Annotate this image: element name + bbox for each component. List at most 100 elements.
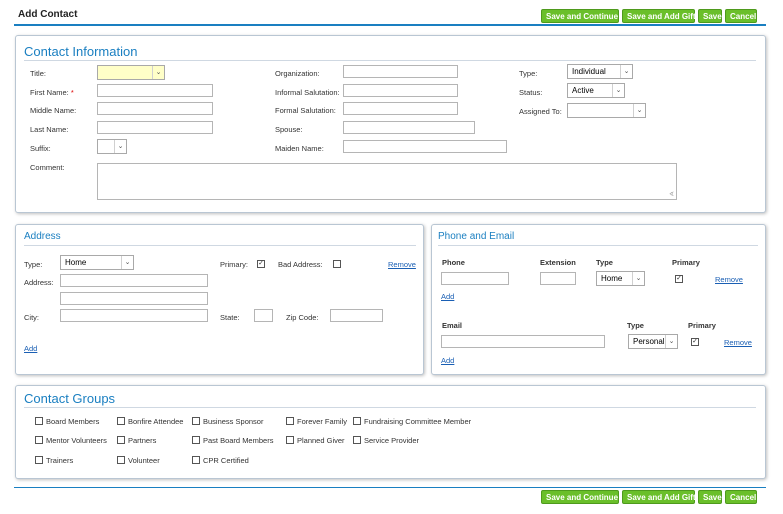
remove-phone-link[interactable]: Remove xyxy=(715,275,743,284)
phone-type-select[interactable]: Home ⌄ xyxy=(596,271,645,286)
email-field[interactable] xyxy=(441,335,605,348)
group-mentor-volunteers[interactable]: Mentor Volunteers xyxy=(35,436,107,445)
phone-field[interactable] xyxy=(441,272,509,285)
group-service-provider[interactable]: Service Provider xyxy=(353,436,419,445)
status-label: Status: xyxy=(519,88,543,97)
middle-name-field[interactable] xyxy=(97,102,213,115)
cancel-button[interactable]: Cancel xyxy=(725,490,757,504)
address-line-2-field[interactable] xyxy=(60,292,208,305)
contact-type-select[interactable]: Individual ⌄ xyxy=(567,64,633,79)
group-board-members[interactable]: Board Members xyxy=(35,417,99,426)
title-select[interactable]: ⌄ xyxy=(97,65,165,80)
email-type-select[interactable]: Personal ⌄ xyxy=(628,334,678,349)
group-fundraising-committee-member[interactable]: Fundraising Committee Member xyxy=(353,417,471,426)
group-cpr-certified[interactable]: CPR Certified xyxy=(192,456,249,465)
spouse-label: Spouse: xyxy=(275,125,303,134)
required-marker: * xyxy=(70,88,74,97)
email-header: Email xyxy=(442,321,463,330)
save-and-add-gift-button[interactable]: Save and Add Gift xyxy=(622,490,696,504)
primary-checkbox[interactable]: ✓ xyxy=(257,260,265,268)
formal-salutation-label: Formal Salutation: xyxy=(275,106,336,115)
chevron-down-icon: ⌄ xyxy=(152,66,164,79)
address-type-label: Type: xyxy=(24,260,43,269)
group-volunteer[interactable]: Volunteer xyxy=(117,456,160,465)
city-label: City: xyxy=(24,313,39,322)
panel-title: Contact Groups xyxy=(24,391,116,406)
chevron-down-icon: ⌄ xyxy=(121,256,133,269)
organization-label: Organization: xyxy=(275,69,320,78)
title-label: Title: xyxy=(30,69,46,78)
maiden-name-label: Maiden Name: xyxy=(275,144,324,153)
add-phone-link[interactable]: Add xyxy=(441,292,454,301)
checkbox-icon xyxy=(192,417,200,426)
group-partners[interactable]: Partners xyxy=(117,436,156,445)
bad-address-label: Bad Address: xyxy=(278,260,323,269)
assigned-to-select[interactable]: ⌄ xyxy=(567,103,646,118)
chevron-down-icon: ⌄ xyxy=(620,65,632,78)
formal-salutation-field[interactable] xyxy=(343,102,458,115)
spouse-field[interactable] xyxy=(343,121,475,134)
checkbox-icon xyxy=(286,436,294,445)
title-divider xyxy=(24,407,756,408)
page-title: Add Contact xyxy=(18,9,78,20)
address-type-select[interactable]: Home ⌄ xyxy=(60,255,134,270)
checkbox-icon xyxy=(117,417,125,426)
chevron-down-icon: ⌄ xyxy=(612,84,624,97)
email-primary-header: Primary xyxy=(688,321,716,330)
maiden-name-field[interactable] xyxy=(343,140,507,153)
address-line-1-field[interactable] xyxy=(60,274,208,287)
first-name-field[interactable] xyxy=(97,84,213,97)
checkbox-icon xyxy=(117,436,125,445)
add-address-link[interactable]: Add xyxy=(24,344,37,353)
group-past-board-members[interactable]: Past Board Members xyxy=(192,436,273,445)
phone-primary-checkbox[interactable]: ✓ xyxy=(675,275,683,283)
comment-textarea[interactable]: ∢ xyxy=(97,163,677,200)
checkbox-icon xyxy=(192,456,200,465)
group-forever-family[interactable]: Forever Family xyxy=(286,417,347,426)
email-primary-checkbox[interactable]: ✓ xyxy=(691,338,699,346)
extension-field[interactable] xyxy=(540,272,576,285)
suffix-label: Suffix: xyxy=(30,144,51,153)
title-divider xyxy=(24,60,756,61)
save-button[interactable]: Save xyxy=(698,9,722,23)
checkbox-icon xyxy=(286,417,294,426)
checkbox-icon xyxy=(117,456,125,465)
group-bonfire-attendee[interactable]: Bonfire Attendee xyxy=(117,417,183,426)
address-panel: Address Type: Home ⌄ Primary: ✓ Bad Addr… xyxy=(15,224,424,375)
organization-field[interactable] xyxy=(343,65,458,78)
save-and-continue-button[interactable]: Save and Continue xyxy=(541,490,619,504)
remove-address-link[interactable]: Remove xyxy=(388,260,416,269)
assigned-to-label: Assigned To: xyxy=(519,107,562,116)
first-name-label: First Name: * xyxy=(30,88,74,97)
save-and-add-gift-button[interactable]: Save and Add Gift xyxy=(622,9,696,23)
status-select[interactable]: Active ⌄ xyxy=(567,83,625,98)
bad-address-checkbox[interactable] xyxy=(333,260,341,268)
zip-code-field[interactable] xyxy=(330,309,383,322)
remove-email-link[interactable]: Remove xyxy=(724,338,752,347)
last-name-field[interactable] xyxy=(97,121,213,134)
group-trainers[interactable]: Trainers xyxy=(35,456,73,465)
checkbox-icon xyxy=(35,417,43,426)
cancel-button[interactable]: Cancel xyxy=(725,9,757,23)
phone-type-header: Type xyxy=(596,258,613,267)
last-name-label: Last Name: xyxy=(30,125,69,134)
informal-salutation-field[interactable] xyxy=(343,84,458,97)
type-label: Type: xyxy=(519,69,538,78)
save-and-continue-button[interactable]: Save and Continue xyxy=(541,9,619,23)
chevron-down-icon: ⌄ xyxy=(633,104,645,117)
group-planned-giver[interactable]: Planned Giver xyxy=(286,436,345,445)
checkbox-icon xyxy=(35,456,43,465)
phone-header: Phone xyxy=(442,258,465,267)
state-field[interactable] xyxy=(254,309,273,322)
chevron-down-icon: ⌄ xyxy=(665,335,677,348)
group-business-sponsor[interactable]: Business Sponsor xyxy=(192,417,263,426)
city-field[interactable] xyxy=(60,309,208,322)
save-button[interactable]: Save xyxy=(698,490,722,504)
chevron-down-icon: ⌄ xyxy=(114,140,126,153)
resize-grip-icon[interactable]: ∢ xyxy=(669,191,674,198)
zip-code-label: Zip Code: xyxy=(286,313,319,322)
suffix-select[interactable]: ⌄ xyxy=(97,139,127,154)
add-email-link[interactable]: Add xyxy=(441,356,454,365)
primary-label: Primary: xyxy=(220,260,248,269)
checkbox-icon xyxy=(35,436,43,445)
